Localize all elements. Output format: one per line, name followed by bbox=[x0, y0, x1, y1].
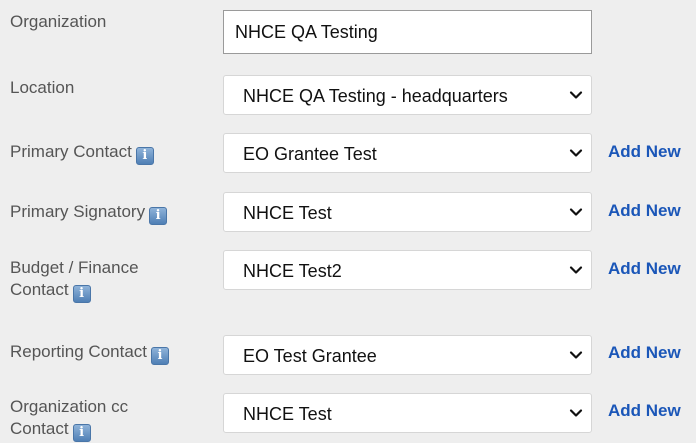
chevron-down-icon bbox=[569, 409, 583, 417]
organization-cc-contact-label-line1: Organization cc bbox=[10, 397, 129, 416]
primary-contact-select-value: EO Grantee Test bbox=[243, 144, 377, 164]
budget-finance-contact-add-new-link[interactable]: Add New bbox=[608, 259, 681, 279]
chevron-down-icon bbox=[569, 149, 583, 157]
chevron-down-icon bbox=[569, 351, 583, 359]
organization-label: Organization bbox=[10, 12, 107, 31]
reporting-contact-select[interactable]: EO Test Grantee bbox=[223, 335, 592, 375]
info-icon[interactable]: i bbox=[149, 207, 168, 225]
organization-cc-contact-label: Organization cc Contact i bbox=[10, 396, 200, 442]
primary-signatory-select[interactable]: NHCE Test bbox=[223, 192, 592, 232]
primary-contact-label: Primary Contact i bbox=[10, 141, 200, 165]
reporting-contact-label: Reporting Contact i bbox=[10, 341, 200, 365]
chevron-down-icon bbox=[569, 208, 583, 216]
chevron-down-icon bbox=[569, 266, 583, 274]
budget-finance-contact-select-value: NHCE Test2 bbox=[243, 261, 342, 281]
organization-cc-contact-select[interactable]: NHCE Test bbox=[223, 393, 592, 433]
info-icon[interactable]: i bbox=[135, 147, 154, 165]
reporting-contact-label-text: Reporting Contact bbox=[10, 342, 148, 361]
info-icon[interactable]: i bbox=[72, 424, 91, 442]
primary-signatory-select-value: NHCE Test bbox=[243, 203, 332, 223]
chevron-down-icon bbox=[569, 91, 583, 99]
primary-contact-label-text: Primary Contact bbox=[10, 142, 132, 161]
location-select[interactable]: NHCE QA Testing - headquarters bbox=[223, 75, 592, 115]
primary-contact-select[interactable]: EO Grantee Test bbox=[223, 133, 592, 173]
primary-signatory-label-text: Primary Signatory bbox=[10, 202, 146, 221]
primary-signatory-add-new-link[interactable]: Add New bbox=[608, 201, 681, 221]
budget-finance-contact-label-line1: Budget / Finance bbox=[10, 258, 139, 277]
reporting-contact-add-new-link[interactable]: Add New bbox=[608, 343, 681, 363]
location-label: Location bbox=[10, 78, 75, 97]
primary-contact-add-new-link[interactable]: Add New bbox=[608, 142, 681, 162]
organization-cc-contact-select-value: NHCE Test bbox=[243, 404, 332, 424]
info-icon[interactable]: i bbox=[151, 347, 170, 365]
organization-contacts-form: Organization Location NHCE QA Testing - … bbox=[0, 0, 696, 443]
organization-input[interactable] bbox=[223, 10, 592, 54]
budget-finance-contact-label: Budget / Finance Contact i bbox=[10, 257, 200, 303]
location-select-value: NHCE QA Testing - headquarters bbox=[243, 86, 508, 106]
primary-signatory-label: Primary Signatory i bbox=[10, 201, 200, 225]
organization-cc-contact-label-line2: Contact bbox=[10, 419, 69, 438]
organization-cc-contact-add-new-link[interactable]: Add New bbox=[608, 401, 681, 421]
budget-finance-contact-label-line2: Contact bbox=[10, 280, 69, 299]
info-icon[interactable]: i bbox=[72, 285, 91, 303]
reporting-contact-select-value: EO Test Grantee bbox=[243, 346, 377, 366]
budget-finance-contact-select[interactable]: NHCE Test2 bbox=[223, 250, 592, 290]
